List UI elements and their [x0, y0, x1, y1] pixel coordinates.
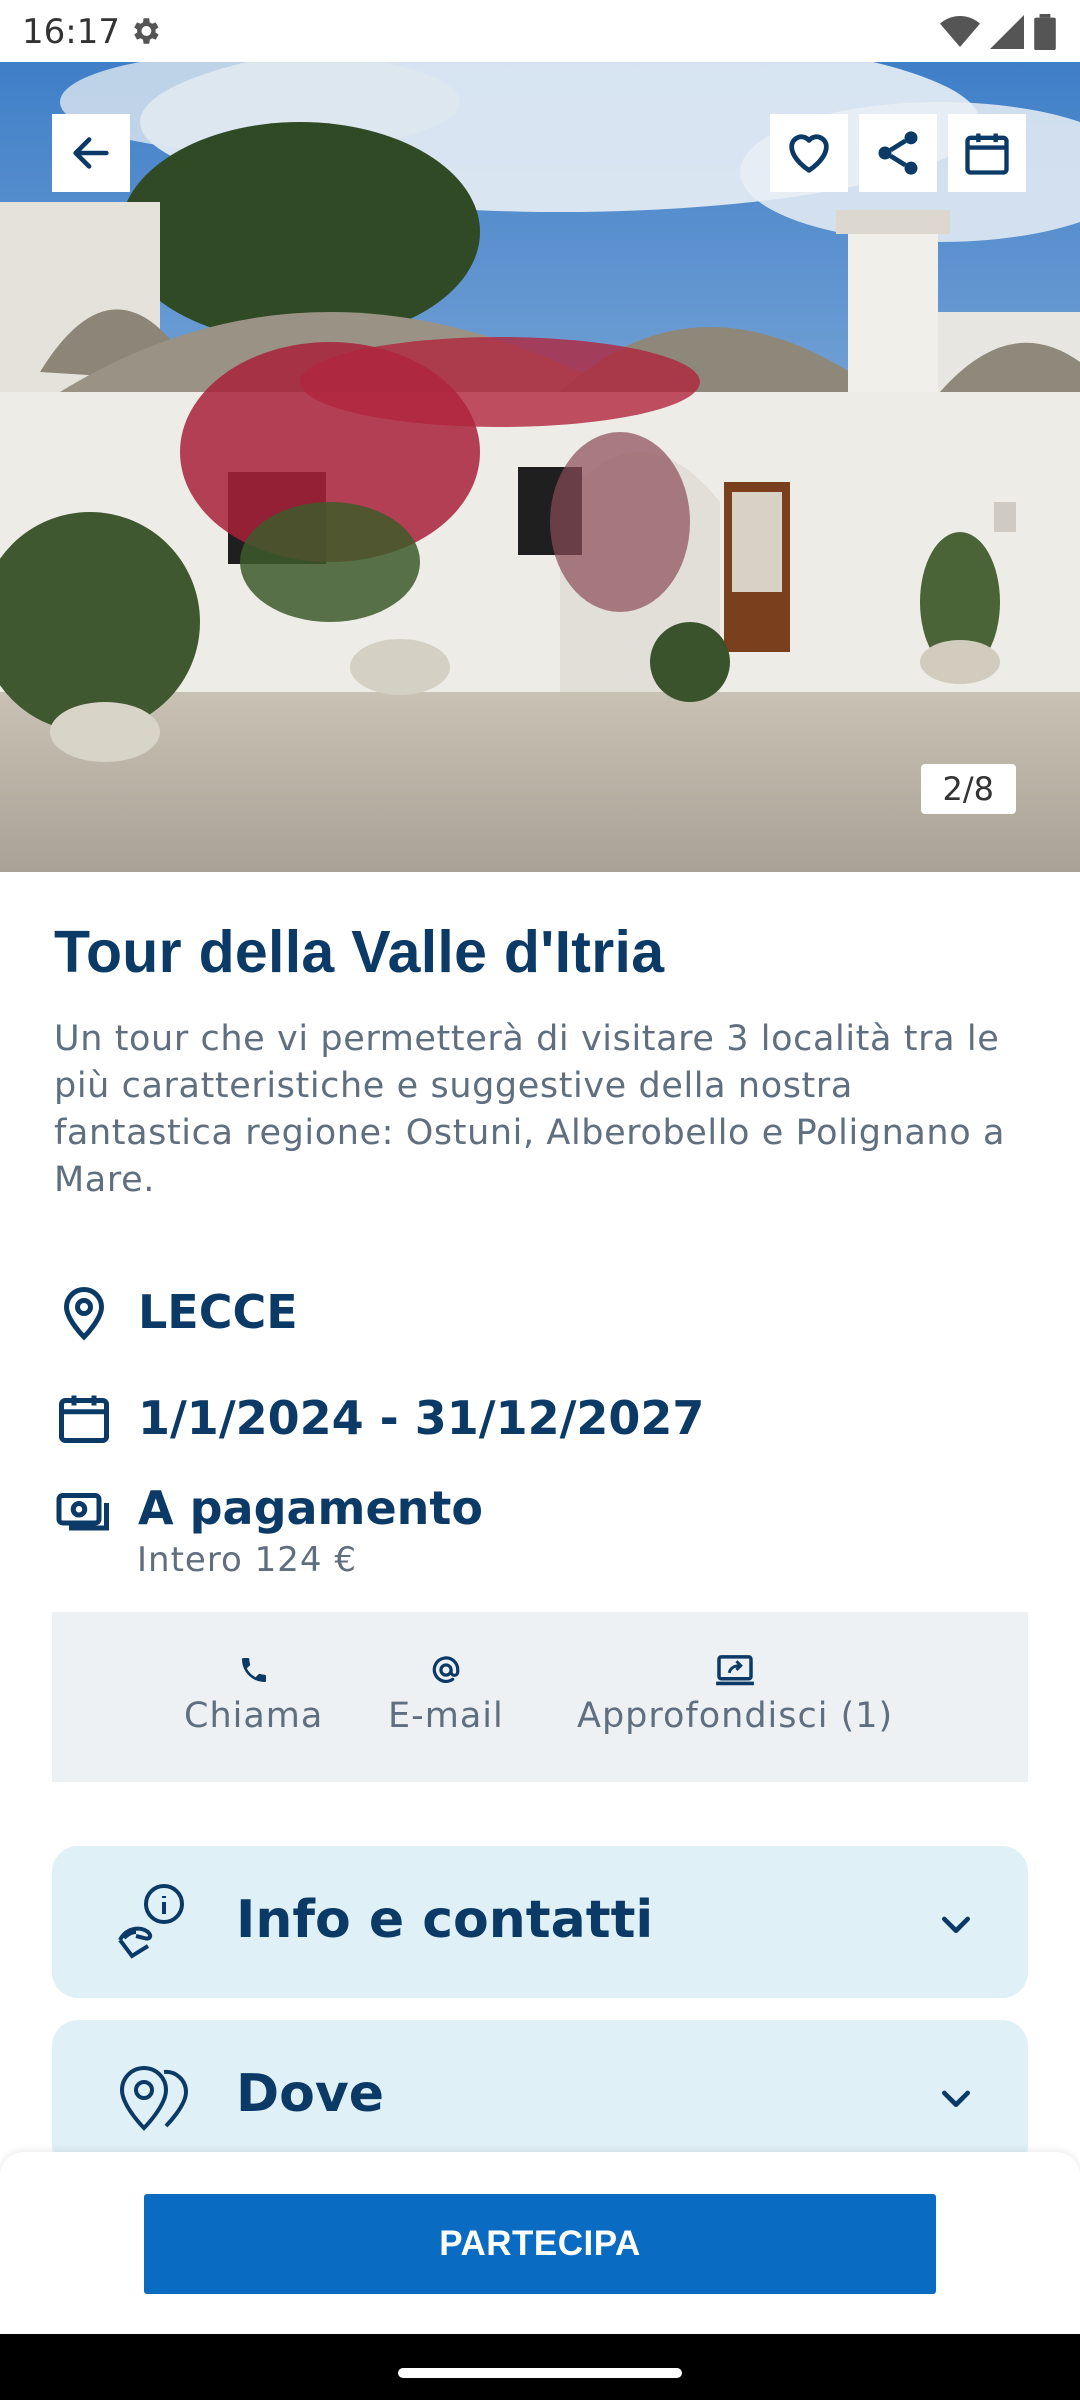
heart-icon	[789, 134, 829, 173]
at-sign-icon	[432, 1656, 460, 1683]
event-description: Un tour che vi permetterà di visitare 3 …	[54, 1019, 1005, 1200]
chevron-down-icon	[942, 2090, 970, 2107]
money-icon	[56, 1493, 109, 1531]
hero-image[interactable]: 2/8	[0, 62, 1080, 872]
settings-icon	[134, 18, 159, 44]
quick-actions: Chiama E-mail Approfondisci (1)	[52, 1612, 1028, 1782]
price-row: A pagamento	[54, 1478, 483, 1538]
location-row: LECCE	[54, 1282, 298, 1342]
home-gesture-handle[interactable]	[398, 2368, 682, 2378]
chevron-down-icon	[942, 1916, 970, 1933]
accordion-where[interactable]: Dove	[52, 2020, 1028, 2172]
system-nav-bar	[0, 2334, 1080, 2400]
share-icon	[878, 131, 918, 175]
location-text: LECCE	[138, 1285, 298, 1339]
signal-icon	[990, 15, 1024, 49]
dates-row: 1/1/2024 - 31/12/2027	[54, 1388, 704, 1448]
battery-icon	[1034, 14, 1056, 50]
call-label: Chiama	[184, 1696, 324, 1736]
price-detail: Intero 124 €	[137, 1540, 358, 1580]
accordion-where-label: Dove	[236, 2064, 385, 2124]
info-contacts-icon	[118, 1884, 184, 1959]
arrow-left-icon	[73, 137, 109, 169]
calendar-icon	[965, 133, 1009, 175]
favorite-button[interactable]	[770, 114, 848, 192]
location-pin-icon	[63, 1287, 105, 1341]
open-link-icon	[716, 1655, 755, 1686]
map-pins-icon	[119, 2066, 189, 2131]
participate-button[interactable]: PARTECIPA	[144, 2194, 936, 2294]
status-bar: 16:17	[0, 0, 1080, 62]
price-label: A pagamento	[138, 1481, 484, 1535]
back-button[interactable]	[52, 114, 130, 192]
email-label: E-mail	[388, 1696, 504, 1736]
bottom-action-bar: PARTECIPA	[0, 2152, 1080, 2334]
email-button[interactable]: E-mail	[388, 1654, 504, 1736]
phone-icon	[241, 1658, 266, 1682]
image-counter: 2/8	[920, 764, 1016, 814]
more-info-label: Approfondisci (1)	[577, 1696, 894, 1736]
accordion-info-contacts[interactable]: Info e contatti	[52, 1846, 1028, 1998]
page-title: Tour della Valle d'Itria	[54, 919, 665, 985]
call-button[interactable]: Chiama	[184, 1654, 323, 1736]
wifi-icon	[940, 16, 980, 47]
calendar-icon	[59, 1395, 109, 1443]
share-button[interactable]	[859, 114, 937, 192]
more-info-button[interactable]: Approfondisci (1)	[577, 1654, 893, 1736]
add-to-calendar-button[interactable]	[948, 114, 1026, 192]
accordion-info-label: Info e contatti	[236, 1890, 654, 1950]
status-time: 16:17	[22, 12, 120, 52]
dates-text: 1/1/2024 - 31/12/2027	[138, 1391, 705, 1445]
